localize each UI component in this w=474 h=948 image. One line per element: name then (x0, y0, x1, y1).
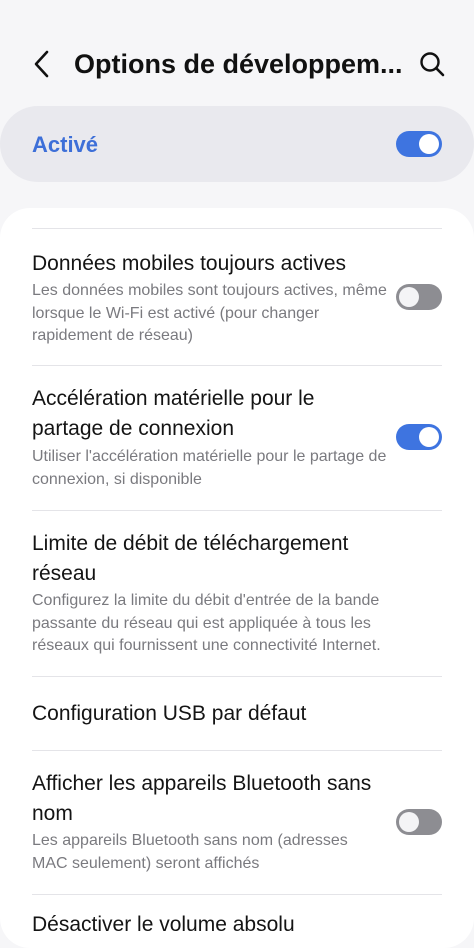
bluetooth-unnamed-toggle[interactable] (396, 809, 442, 835)
toggle-knob (419, 427, 439, 447)
item-description: Les appareils Bluetooth sans nom (adress… (32, 832, 348, 872)
master-switch-row[interactable]: Activé (0, 106, 474, 182)
item-description: Les données mobiles sont toujours active… (32, 282, 387, 344)
toggle-knob (399, 287, 419, 307)
list-item-tethering-hw-acceleration[interactable]: Accélération matérielle pour le partage … (0, 366, 474, 510)
item-title: Accélération matérielle pour le partage … (32, 387, 315, 440)
list-item-disable-absolute-volume[interactable]: Désactiver le volume absolu (32, 910, 295, 940)
list-item-mobile-data-always-on[interactable]: Données mobiles toujours actives Les don… (0, 229, 474, 365)
item-title: Afficher les appareils Bluetooth sans no… (32, 772, 372, 825)
tethering-acceleration-toggle[interactable] (396, 424, 442, 450)
item-description: Configurez la limite du débit d'entrée d… (32, 592, 381, 654)
item-title: Limite de débit de téléchargement réseau (32, 532, 349, 585)
list-item-default-usb-config[interactable]: Configuration USB par défaut (0, 677, 474, 750)
master-switch-label: Activé (32, 132, 99, 157)
list-item-network-download-limit[interactable]: Limite de débit de téléchargement réseau… (0, 511, 474, 676)
item-title: Données mobiles toujours actives (32, 252, 346, 275)
item-description: Utiliser l'accélération matérielle pour … (32, 448, 387, 488)
master-switch-toggle[interactable] (396, 131, 442, 157)
mobile-data-toggle[interactable] (396, 284, 442, 310)
toggle-knob (399, 812, 419, 832)
toggle-knob (419, 134, 439, 154)
search-button[interactable] (414, 46, 450, 82)
search-icon (420, 52, 445, 77)
back-button[interactable] (26, 46, 58, 82)
divider (32, 894, 442, 895)
app-bar: Options de développem... (0, 0, 474, 120)
list-item-unnamed-bluetooth-devices[interactable]: Afficher les appareils Bluetooth sans no… (0, 751, 474, 894)
item-title: Configuration USB par défaut (32, 702, 307, 725)
page-title: Options de développem... (74, 49, 403, 79)
chevron-left-icon (34, 50, 49, 78)
